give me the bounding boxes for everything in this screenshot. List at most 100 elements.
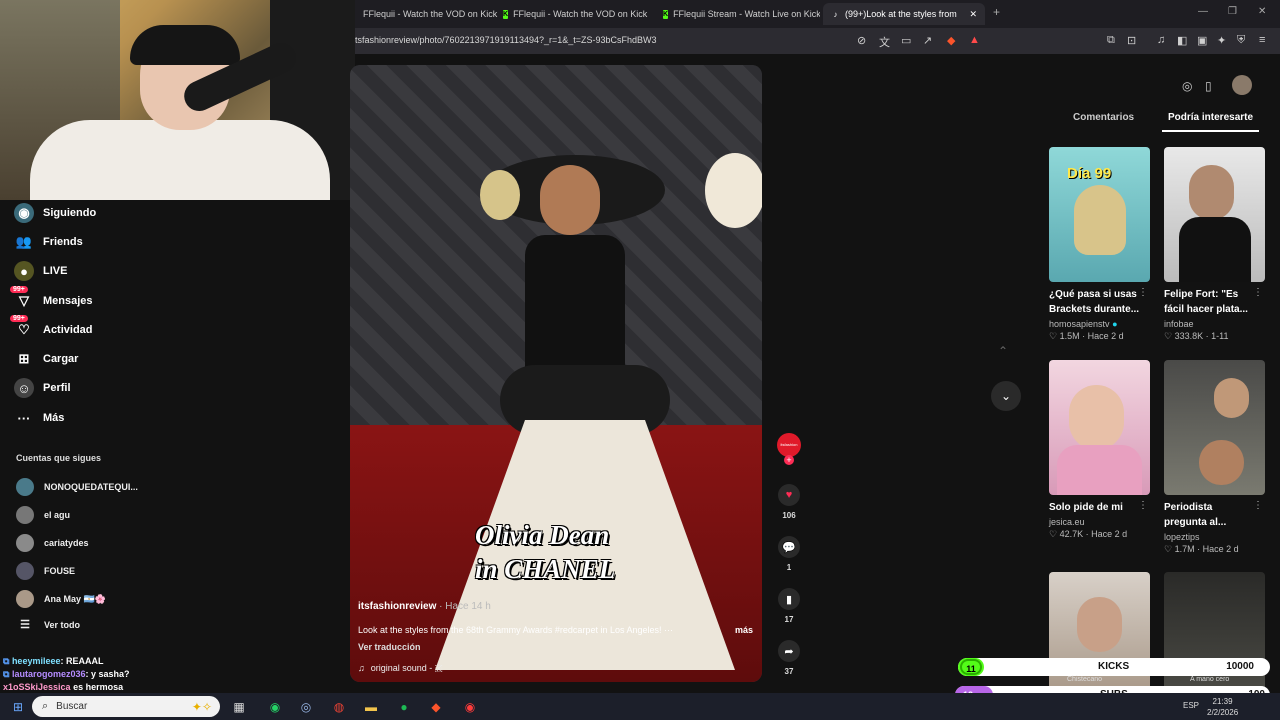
address-bar[interactable]: tsfashionreview/photo/760221397191911349… [355,28,1280,54]
bookmark-icon: ▮ [778,588,800,610]
list-icon: ☰ [20,619,30,631]
more-options-icon[interactable]: ⋮ [1253,287,1263,298]
stream-chat: ⧉ heeymileee: REAAAL ⧉ lautarogomez036: … [0,655,355,693]
chrome-icon[interactable]: ◍ [329,697,349,717]
more-icon: ··· [17,410,31,426]
followed-account[interactable]: Ana May 🇦🇷🌸 [16,590,106,608]
save-button[interactable]: ▮ 17 [778,588,800,624]
new-tab-button[interactable]: + [993,5,1000,19]
steam-icon[interactable]: ◎ [296,697,316,717]
dress-bodice [525,235,625,385]
search-box[interactable]: ⌕ Buscar ✦✧ [32,696,220,717]
avatar [16,534,34,552]
overlay-sub-label: Chistecano [1067,676,1103,683]
obs-icon[interactable]: ◉ [460,697,480,717]
close-window-button[interactable]: ✕ [1258,6,1266,17]
tab-recommended[interactable]: Podría interesarte [1168,112,1253,123]
like-button[interactable]: ♥ 106 [778,484,800,520]
brave-rewards-icon[interactable]: ▲ [969,34,980,46]
minimize-button[interactable]: — [1198,6,1208,17]
browser-tab-active[interactable]: ♪ (99+)Look at the styles from the ✕ [823,3,985,25]
language-indicator[interactable]: ESP [1183,701,1199,710]
browser-tab[interactable]: FFlequii - Watch the VOD on Kick [355,3,503,25]
maximize-button[interactable]: ❐ [1228,6,1237,17]
recommended-card[interactable]: Felipe Fort: "Es fácil hacer plata... in… [1164,147,1265,342]
more-options-icon[interactable]: ⋮ [1138,287,1148,298]
folder-icon[interactable]: ▬ [361,697,381,717]
skull-illustration [1074,185,1126,255]
cbs-logo [705,153,762,228]
start-icon[interactable]: ⊞ [8,697,28,717]
clock[interactable]: 21:39 2/2/2026 [1207,696,1238,718]
nav-profile[interactable]: ☺ Perfil [14,378,71,398]
device-icon[interactable]: ▯ [1205,79,1212,93]
next-video-button[interactable]: ⌄ [991,381,1021,411]
kick-icon: K [663,9,669,19]
user-avatar[interactable] [1232,75,1252,95]
compass-icon[interactable]: ◎ [1182,79,1192,93]
nav-activity[interactable]: ♡ 99+ Actividad [10,315,93,340]
more-options-icon[interactable]: ⋮ [1138,500,1148,511]
close-tab-icon[interactable]: ✕ [969,9,977,20]
browser-tab[interactable]: K FFlequii Stream - Watch Live on Kick [655,3,820,25]
leo-icon[interactable]: ✦ [1217,34,1226,47]
sound-link[interactable]: ♫ original sound - 🇽 [358,663,443,674]
verified-icon: ● [1112,319,1118,329]
followed-account[interactable]: cariatydes [16,534,89,552]
recommended-card[interactable]: Periodista pregunta al... lopeztips ♡ 1.… [1164,360,1265,555]
share-button[interactable]: ➦ 37 [778,640,800,676]
followed-account[interactable]: FOUSE [16,562,75,580]
more-link[interactable]: más [735,625,753,635]
camera-blocked-icon[interactable]: ⊘ [857,34,866,47]
brave-icon[interactable]: ◆ [426,697,446,717]
comment-button[interactable]: 💬 1 [778,536,800,572]
messages-badge: 99+ [10,286,28,293]
video-player[interactable]: Olivia Dean in CHANEL itsfashionreview ·… [350,65,762,682]
tab-comments[interactable]: Comentarios [1073,112,1134,123]
messages-icon: ▽ 99+ [10,286,34,311]
nav-messages[interactable]: ▽ 99+ Mensajes [10,286,93,311]
spotify-icon[interactable]: ● [394,697,414,717]
video-overlay-text: Olivia Dean in CHANEL [475,520,616,584]
music-note-icon: ♫ [358,663,365,673]
card-thumbnail: Día 99 [1049,147,1150,282]
browser-tab[interactable]: K FFlequii - Watch the VOD on Kick [495,3,653,25]
friends-icon: 👥 [15,234,33,249]
video-caption: Look at the styles from the 68th Grammy … [358,625,753,635]
translate-link[interactable]: Ver traducción [358,642,421,652]
menu-icon[interactable]: ≡ [1259,34,1265,46]
nav-following[interactable]: ◉ Siguiendo [14,203,96,223]
url-text[interactable]: tsfashionreview/photo/760221397191911349… [355,35,657,45]
more-options-icon[interactable]: ⋮ [1253,500,1263,511]
author-avatar[interactable]: itsfashion review [777,433,801,457]
reader-icon[interactable]: ▭ [901,34,911,47]
recommended-card[interactable]: Solo pide de mi jesica.eu ♡ 42.7K · Hace… [1049,360,1150,540]
vpn-icon[interactable]: ⛨ [1237,34,1245,47]
nav-upload[interactable]: ⊞ Cargar [14,349,79,369]
heart-outline-icon: ♡ [1049,331,1058,341]
wallet-icon[interactable]: ▣ [1197,34,1207,47]
author-name[interactable]: itsfashionreview [358,601,436,612]
translate-icon[interactable]: 文 [879,34,890,50]
followed-account[interactable]: el agu [16,506,70,524]
followed-account[interactable]: NONOQUEDATEQUI... [16,478,138,496]
profile-icon: ☺ [14,378,34,398]
active-tab-indicator [1162,130,1259,132]
previous-arrow-icon[interactable]: ⌃ [998,344,1008,358]
media-icon[interactable]: ♫ [1157,34,1165,46]
nav-live[interactable]: ● LIVE [14,261,67,281]
task-view-icon[interactable]: ▦ [229,697,249,717]
brave-shields-icon[interactable]: ◆ [947,34,955,47]
screenshot-icon[interactable]: ⊡ [1127,34,1136,47]
extensions-icon[interactable]: ⧉ [1107,34,1115,47]
recommended-card[interactable]: Día 99 ¿Qué pasa si usas Brackets durant… [1049,147,1150,342]
tiktok-icon: ♪ [833,9,838,19]
see-all-link[interactable]: ☰ Ver todo [16,618,80,631]
nav-more[interactable]: ··· Más [14,408,65,428]
whatsapp-icon[interactable]: ◉ [265,697,285,717]
sidebar-icon[interactable]: ◧ [1177,34,1187,47]
share-icon[interactable]: ↗ [923,34,932,47]
activity-icon: ♡ 99+ [10,315,34,340]
follow-plus-icon[interactable]: + [784,455,794,465]
nav-friends[interactable]: 👥 Friends [14,232,83,252]
